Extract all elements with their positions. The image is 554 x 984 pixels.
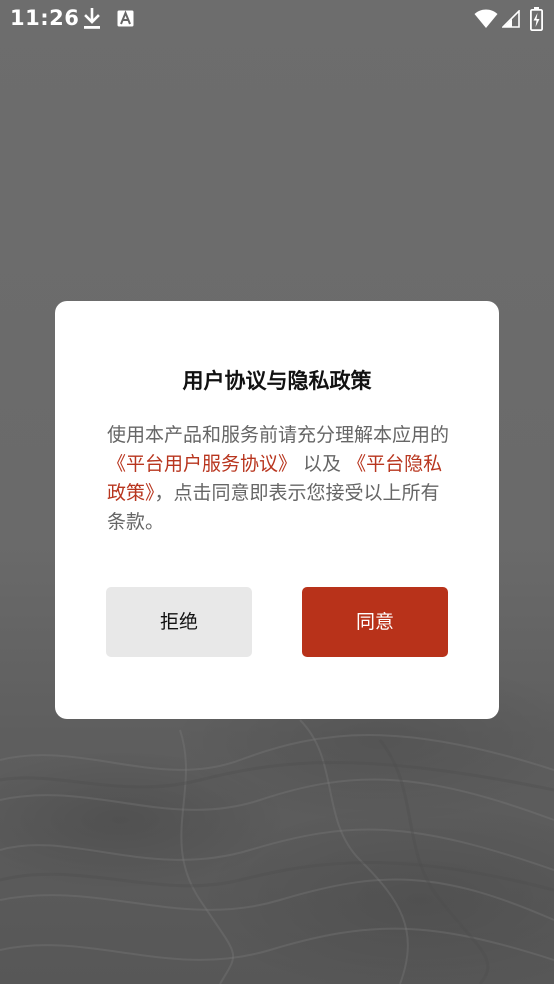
download-icon [84, 8, 100, 29]
user-agreement-link[interactable]: 《平台用户服务协议》 [107, 453, 297, 475]
agree-button[interactable]: 同意 [302, 587, 448, 657]
body-text: 以及 [297, 453, 348, 475]
dialog-body: 使用本产品和服务前请充分理解本应用的 《平台用户服务协议》 以及 《平台隐私政策… [107, 421, 452, 537]
reject-button[interactable]: 拒绝 [106, 587, 252, 657]
status-bar: 11:26 [0, 0, 554, 38]
wifi-icon [474, 9, 498, 28]
body-text: 使用本产品和服务前请充分理解本应用的 [107, 424, 450, 446]
status-time: 11:26 [10, 6, 80, 30]
font-a-icon [117, 10, 134, 27]
dialog-title: 用户协议与隐私政策 [182, 369, 372, 393]
battery-icon [530, 7, 543, 31]
privacy-dialog: 用户协议与隐私政策 使用本产品和服务前请充分理解本应用的 《平台用户服务协议》 … [55, 301, 499, 719]
signal-icon [502, 10, 520, 28]
body-text: ，点击同意即表示您接受以上所有条款。 [107, 482, 440, 533]
